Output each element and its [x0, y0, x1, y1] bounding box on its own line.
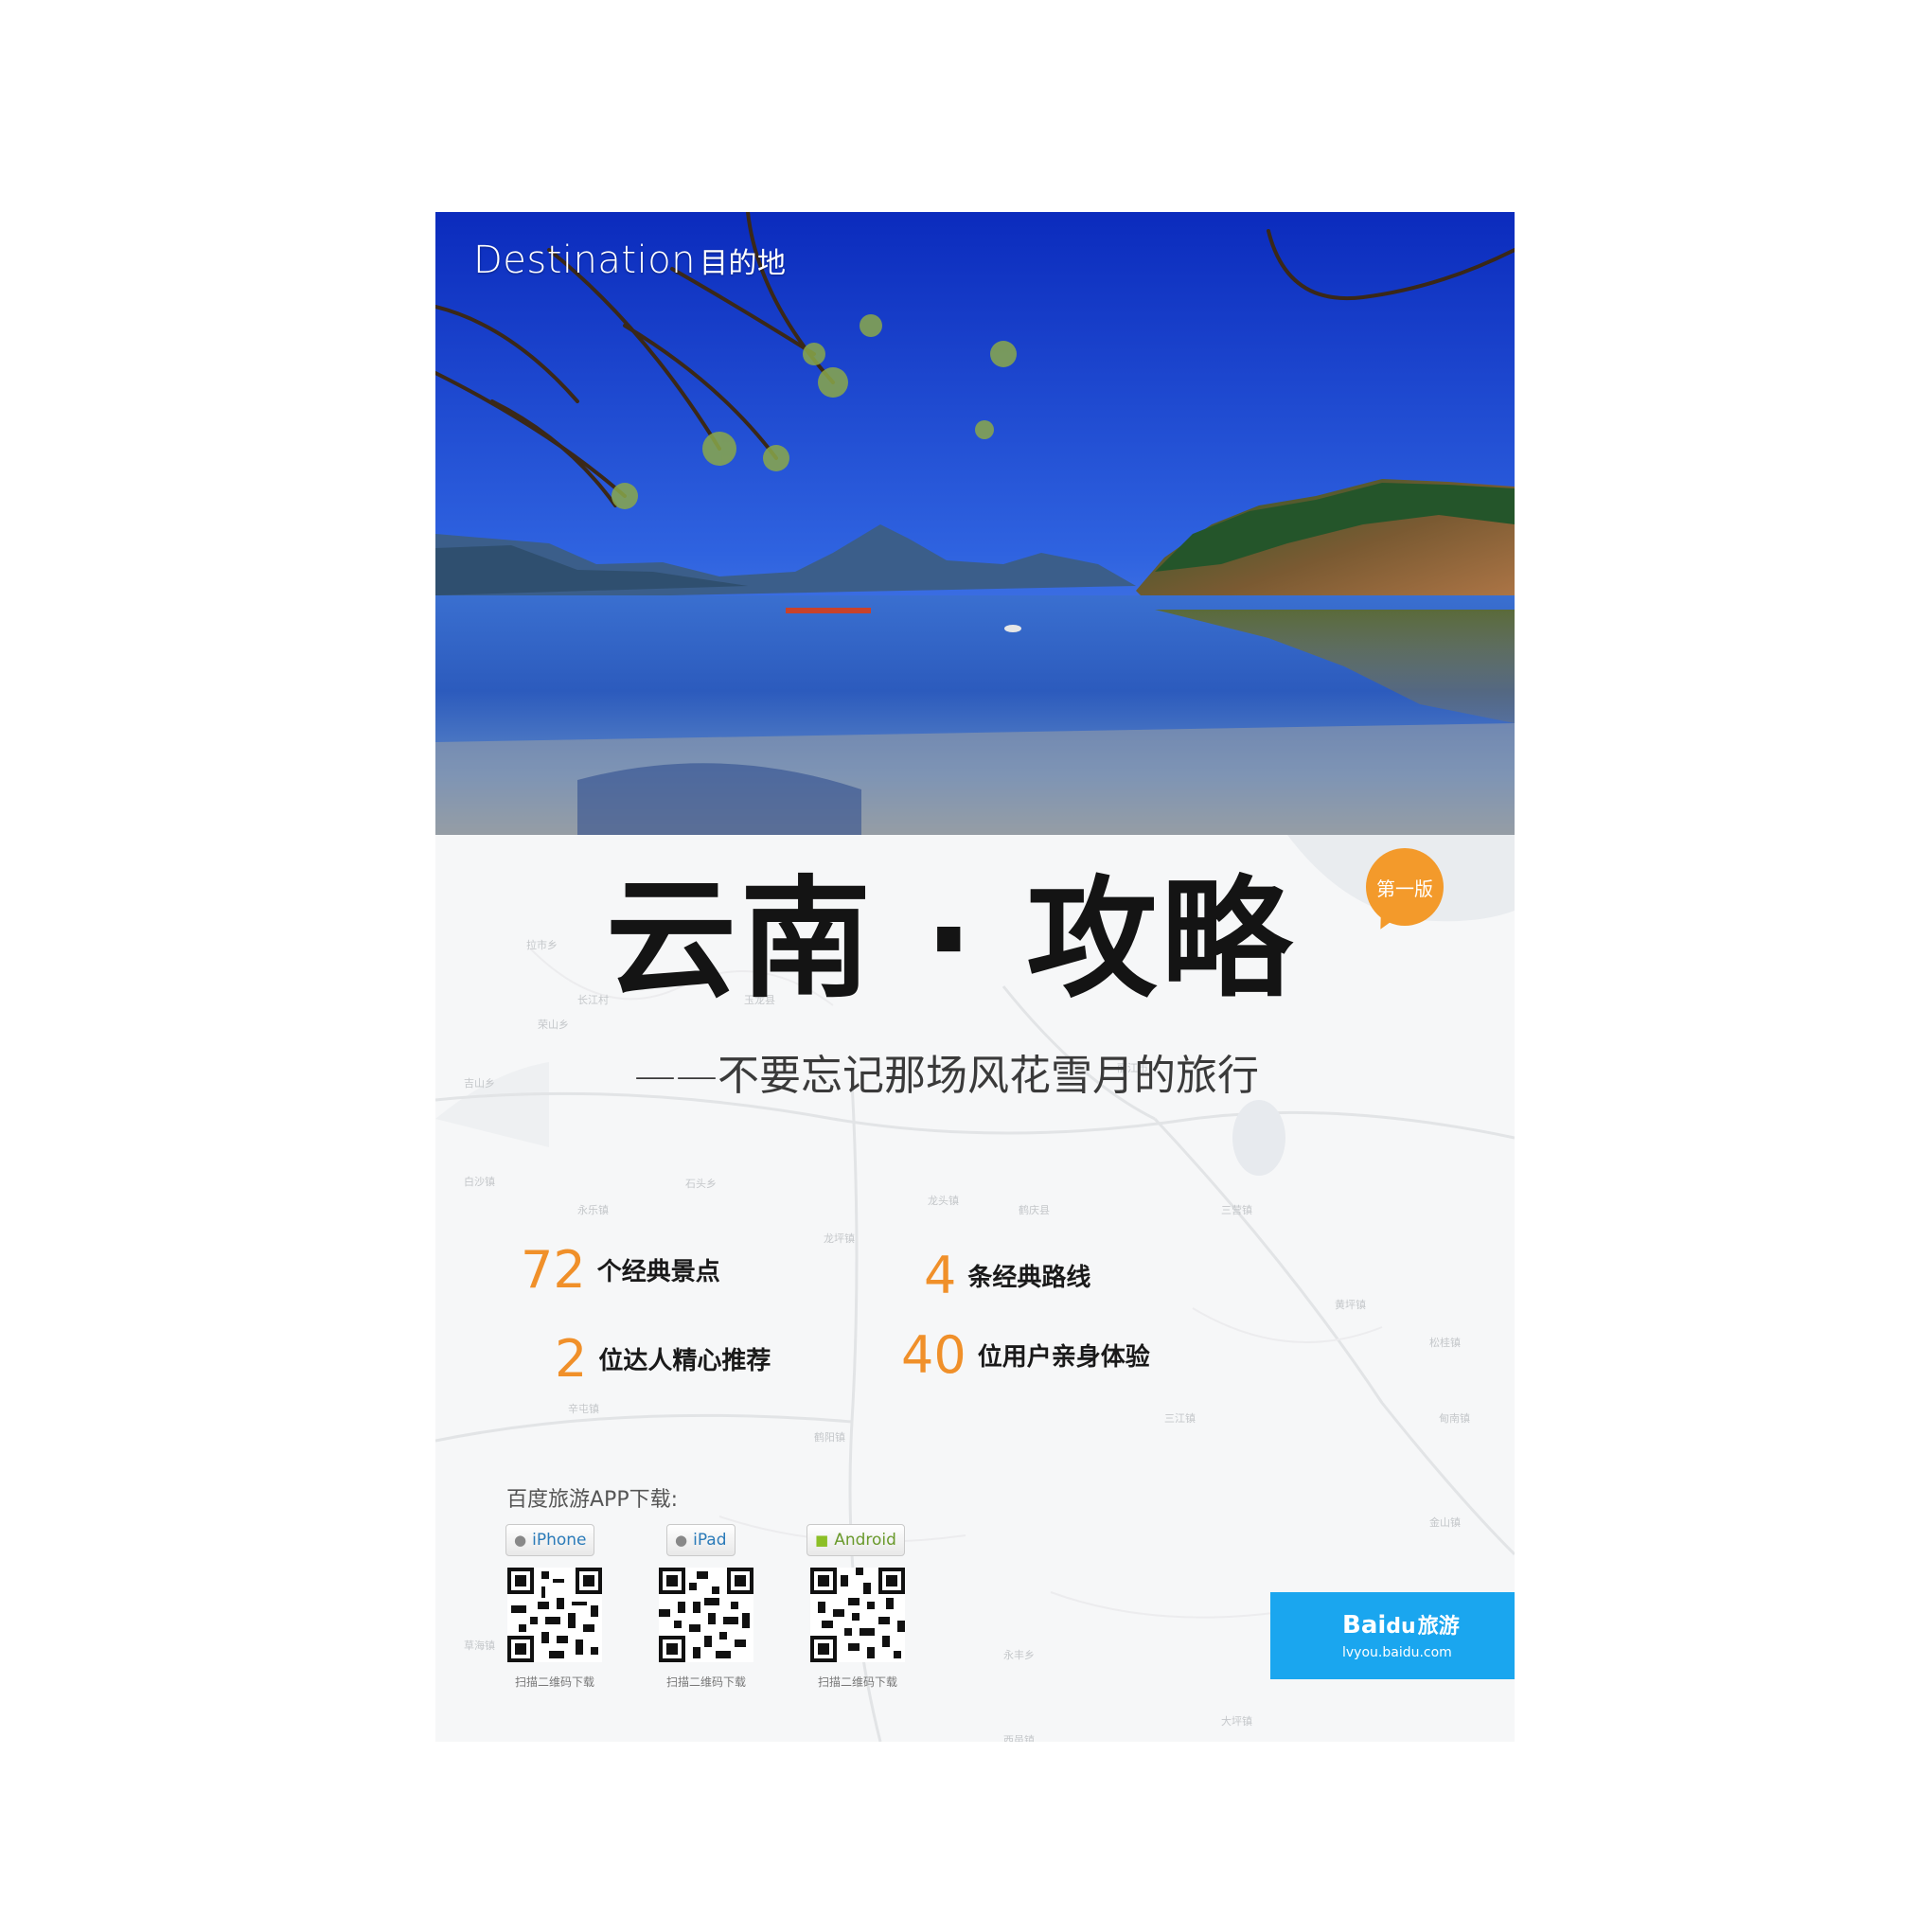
map-label: 金山镇 [1429, 1515, 1461, 1529]
map-label: 龙坪镇 [824, 1232, 855, 1245]
stat-number: 40 [901, 1325, 966, 1385]
map-label: 荣山乡 [538, 1019, 569, 1031]
guide-title: 云南 · 攻略 [606, 863, 1296, 1016]
map-label: 草海镇 [464, 1639, 495, 1652]
map-label: 石头乡 [685, 1178, 717, 1190]
stat-number: 72 [521, 1240, 586, 1300]
android-icon: ■ [815, 1532, 829, 1549]
map-label: 拉市乡 [526, 938, 558, 951]
qr-caption: 扫描二维码下载 [514, 1675, 594, 1689]
lake-landscape-image [435, 212, 1515, 835]
android-download-button[interactable]: ■ Android [806, 1524, 905, 1556]
map-label: 三营镇 [1221, 1203, 1252, 1216]
guide-subtitle: ——不要忘记那场风花雪月的旅行 [634, 1052, 1259, 1100]
ipad-download-button[interactable]: ● iPad [666, 1524, 736, 1556]
stat-number: 4 [924, 1246, 957, 1305]
apple-icon: ● [675, 1532, 688, 1549]
logo-url: lvyou.baidu.com [1342, 1645, 1452, 1660]
android-qr-code[interactable] [810, 1568, 905, 1662]
ipad-qr-code[interactable] [659, 1568, 753, 1662]
stat-routes: 4 条经典路线 [924, 1246, 1090, 1305]
iphone-download-button[interactable]: ● iPhone [505, 1524, 595, 1556]
stat-number: 2 [555, 1329, 588, 1389]
edition-badge: 第一版 [1366, 848, 1444, 926]
map-label: 长江村 [577, 993, 609, 1006]
logo-brand-left: Bai [1342, 1611, 1387, 1640]
map-label: 甸南镇 [1439, 1411, 1470, 1425]
logo-brand: Baidu旅游 [1342, 1609, 1460, 1640]
apple-icon: ● [514, 1532, 527, 1549]
iphone-qr-code[interactable] [507, 1568, 602, 1662]
app-download-heading: 百度旅游APP下载: [506, 1488, 678, 1512]
map-label: 西邑镇 [1003, 1733, 1035, 1742]
paw-icon: du [1386, 1615, 1416, 1639]
destination-cn: 目的地 [700, 247, 787, 280]
map-label: 吉山乡 [464, 1077, 495, 1090]
stat-users: 40 位用户亲身体验 [901, 1325, 1150, 1385]
platform-label: iPad [693, 1531, 727, 1550]
lake-photo: Destination 目的地 [435, 212, 1515, 835]
destination-heading: Destination 目的地 [473, 239, 787, 282]
stat-experts: 2 位达人精心推荐 [555, 1329, 771, 1389]
stat-label: 个经典景点 [596, 1258, 720, 1286]
qr-caption: 扫描二维码下载 [665, 1675, 746, 1689]
stat-label: 位用户亲身体验 [977, 1343, 1150, 1372]
map-label: 永乐镇 [577, 1203, 609, 1216]
stat-label: 条经典路线 [967, 1264, 1091, 1292]
map-label: 松桂镇 [1429, 1336, 1461, 1349]
guide-cover: Destination目的地 拉市乡 长江村 荣山乡 玉龙县 吉山乡 白沙镇 [435, 212, 1515, 1742]
baidu-lvyou-logo[interactable]: Baidu旅游 lvyou.baidu.com [1270, 1592, 1515, 1679]
map-label: 辛屯镇 [568, 1402, 599, 1415]
map-label: 永丰乡 [1003, 1648, 1035, 1661]
platform-label: iPhone [532, 1531, 587, 1550]
map-label: 三江镇 [1164, 1411, 1196, 1425]
logo-brand-right: 旅游 [1417, 1615, 1460, 1639]
map-label: 黄坪镇 [1335, 1298, 1366, 1311]
platform-label: Android [834, 1531, 896, 1550]
map-label: 白沙镇 [464, 1175, 495, 1188]
stat-label: 位达人精心推荐 [598, 1347, 771, 1375]
map-label: 大坪镇 [1221, 1714, 1252, 1728]
map-label: 鹤阳镇 [814, 1430, 845, 1444]
stat-attractions: 72 个经典景点 [521, 1240, 720, 1300]
destination-en: Destination [473, 239, 697, 282]
qr-caption: 扫描二维码下载 [817, 1675, 897, 1689]
map-label: 龙头镇 [928, 1194, 959, 1207]
map-label: 鹤庆县 [1019, 1203, 1050, 1216]
